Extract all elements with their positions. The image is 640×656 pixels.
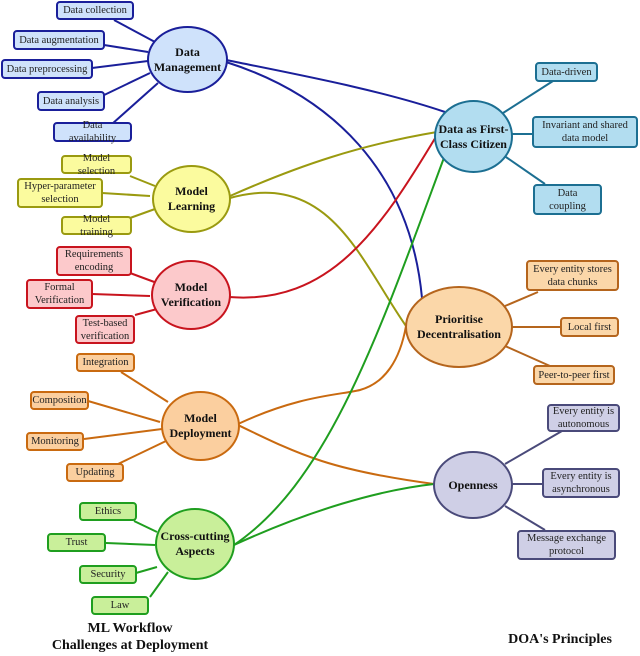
leaf-requirements-encoding: Requirements encoding [56,246,132,276]
hub-data-management: Data Management [147,26,228,93]
connector-md-integration [120,371,169,403]
hub-line: Cross-cutting [160,529,230,543]
leaf-message-exchange-protocol: Message exchange protocol [517,530,616,560]
hub-line: Prioritise [435,312,483,326]
leaf-updating: Updating [66,463,124,482]
leaf-security: Security [79,565,137,584]
leaf-peer-to-peer-first: Peer-to-peer first [533,365,615,385]
connector-dm-preprocessing [91,60,149,69]
connector-ca-security [135,566,158,574]
hub-cross-cutting-aspects: Cross-cutting Aspects [155,508,235,580]
connector-dm-augmentation [103,44,149,53]
connector-mv-testbased [134,308,158,316]
hub-openness: Openness [433,451,513,519]
left-caption-line-1: ML Workflow [87,621,173,636]
leaf-composition: Composition [30,391,89,410]
leaf-every-entity-asynchronous: Every entity is asynchronous [542,468,620,498]
leaf-test-based-verification: Test-based verification [75,315,135,344]
leaf-every-entity-autonomous: Every entity is autonomous [547,404,620,432]
connector-ca-ethics [133,520,158,533]
connector-dfc-datadriven [502,80,554,114]
leaf-model-selection: Model selection [61,153,132,177]
leaf-data-coupling: Data coupling [533,184,602,215]
link-md-op [237,424,435,485]
hub-data-first-class-citizen: Data as First- Class Citizen [434,100,513,173]
leaf-formal-verification: Formal Verification [26,279,93,309]
leaf-data-collection: Data collection [56,1,134,20]
link-md-pd [237,325,407,425]
leaf-local-first: Local first [560,317,619,337]
leaf-hyper-parameter-selection: Hyper-parameter selection [17,178,103,208]
hub-model-verification: Model Verification [151,260,231,330]
connector-md-updating [117,440,167,465]
connector-pd-stores [504,291,539,307]
hub-line: Aspects [175,544,215,558]
connector-ca-trust [105,542,156,546]
connector-ml-training [129,208,156,219]
hub-line: Learning [167,199,216,213]
connector-ca-law [149,571,169,598]
hub-line: Model [175,184,208,198]
left-caption-line-2: Challenges at Deployment [51,638,209,653]
hub-line: Deployment [169,426,232,440]
link-ca-op [233,483,435,546]
leaf-invariant-shared-data-model: Invariant and shared data model [532,116,638,148]
leaf-data-driven: Data-driven [535,62,598,82]
hub-line: Model [174,280,208,294]
link-ml-pd [229,191,407,327]
md-leaf-connectors [83,371,169,465]
connector-dm-collection [113,19,156,43]
left-caption: ML Workflow Challenges at Deployment [30,620,230,654]
connector-md-composition [87,400,161,423]
hub-line: Management [153,59,222,74]
connector-dm-availability [111,82,159,125]
right-caption: DOA's Principles [508,632,612,647]
leaf-monitoring: Monitoring [26,432,84,451]
pd-leaf-connectors [504,291,561,367]
connector-op-message [504,505,546,531]
hub-line: Data as First- [438,121,509,136]
hub-line: Data [175,44,200,59]
connector-md-monitoring [83,428,163,440]
link-dm-dfc [225,59,446,113]
connector-dm-analysis [99,72,151,98]
leaf-law: Law [91,596,149,615]
hub-prioritise-decentralisation: Prioritise Decentralisation [405,286,513,368]
connector-op-autonomous [504,430,563,465]
connector-dfc-coupling [502,154,546,185]
leaf-data-availability: Data availability [53,120,132,144]
leaf-data-augmentation: Data augmentation [13,30,105,50]
connector-pd-p2p [504,345,551,367]
leaf-ethics: Ethics [79,502,137,521]
connector-ml-selection [129,175,156,187]
hub-line: Verification [160,295,222,309]
leaf-trust: Trust [47,533,106,552]
hub-line: Model [184,411,217,425]
leaf-integration: Integration [76,353,135,372]
link-mv-dfc [228,134,438,299]
hub-model-deployment: Model Deployment [161,391,240,461]
leaf-data-analysis: Data analysis [37,91,105,111]
hub-line: Decentralisation [417,327,501,341]
mv-leaf-connectors [91,272,158,316]
leaf-model-training: Model training [61,214,132,238]
hub-line: Openness [448,477,498,492]
connector-mv-formal [91,293,151,297]
hub-line: Class Citizen [439,136,507,151]
hub-model-learning: Model Learning [152,165,231,233]
leaf-every-entity-stores-data-chunks: Every entity stores data chunks [526,260,619,291]
connector-ml-hyper [101,192,151,197]
leaf-data-preprocessing: Data preprocessing [1,59,93,79]
